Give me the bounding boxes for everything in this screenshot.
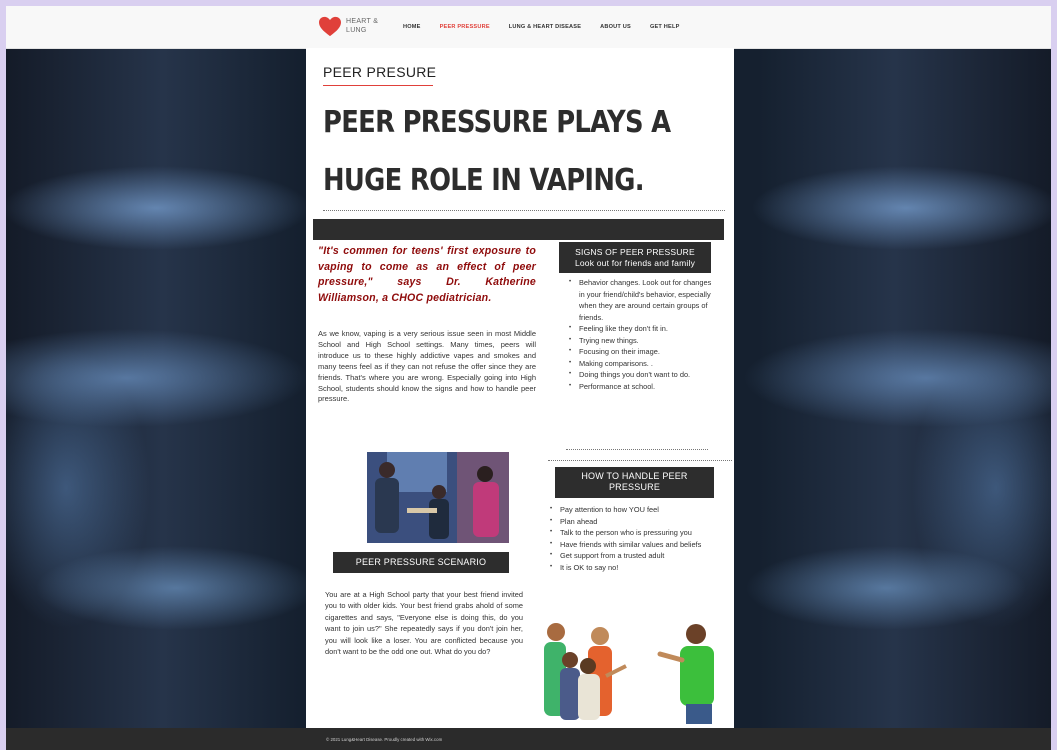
nav-item-peer-pressure[interactable]: PEER PRESSURE — [440, 24, 490, 30]
content-panel: PEER PRESURE PEER PRESSURE PLAYS A HUGE … — [306, 48, 734, 728]
list-item: Doing things you don't want to do. — [567, 369, 715, 381]
list-item: Plan ahead — [548, 516, 732, 528]
teens-photo — [536, 616, 734, 724]
list-item: It is OK to say no! — [548, 562, 732, 574]
scenario-paragraph: You are at a High School party that your… — [325, 590, 523, 657]
page-headline: PEER PRESSURE PLAYS A HUGE ROLE IN VAPIN… — [323, 105, 671, 198]
signs-title: SIGNS OF PEER PRESSURE — [575, 247, 695, 257]
section-divider — [548, 460, 732, 461]
handle-list: Pay attention to how YOU feel Plan ahead… — [548, 504, 732, 573]
intro-paragraph: As we know, vaping is a very serious iss… — [318, 329, 536, 404]
scenario-title: PEER PRESSURE SCENARIO — [333, 552, 509, 573]
browser-viewport: HEART & LUNG HOME PEER PRESSURE LUNG & H… — [6, 6, 1051, 750]
page-kicker: PEER PRESURE — [323, 64, 437, 80]
nav-item-about-us[interactable]: ABOUT US — [600, 24, 631, 30]
signs-title-box: SIGNS OF PEER PRESSURE Look out for frie… — [559, 242, 711, 273]
top-navigation: HEART & LUNG HOME PEER PRESSURE LUNG & H… — [6, 6, 1051, 49]
list-item: Making comparisons. . — [567, 358, 715, 370]
nav-item-home[interactable]: HOME — [403, 24, 421, 30]
list-item: Trying new things. — [567, 335, 715, 347]
handle-title: HOW TO HANDLE PEER PRESSURE — [555, 467, 714, 498]
headline-divider — [323, 210, 725, 211]
nav-menu: HOME PEER PRESSURE LUNG & HEART DISEASE … — [403, 6, 699, 48]
logo-line-2: LUNG — [346, 27, 367, 34]
list-item: Focusing on their image. — [567, 346, 715, 358]
list-item: Talk to the person who is pressuring you — [548, 527, 732, 539]
list-item: Get support from a trusted adult — [548, 550, 732, 562]
party-photo-illustration — [367, 452, 509, 543]
site-logo[interactable]: HEART & LUNG — [319, 14, 379, 40]
list-item: Pay attention to how YOU feel — [548, 504, 732, 516]
logo-text: HEART & LUNG — [346, 17, 378, 35]
logo-line-1: HEART & — [346, 18, 379, 25]
signs-subtitle: Look out for friends and family — [574, 257, 696, 268]
site-footer: © 2021 Lung&Heart Disease. Proudly creat… — [6, 728, 1051, 750]
signs-divider — [566, 449, 708, 450]
heart-icon — [319, 16, 341, 37]
nav-item-get-help[interactable]: GET HELP — [650, 24, 680, 30]
pull-quote: "It's commen for teens' first exposure t… — [318, 245, 536, 304]
list-item: Behavior changes. Look out for changes i… — [567, 277, 715, 323]
list-item: Feeling like they don't fit in. — [567, 323, 715, 335]
list-item: Performance at school. — [567, 381, 715, 393]
nav-item-lung-heart-disease[interactable]: LUNG & HEART DISEASE — [509, 24, 581, 30]
kicker-underline — [323, 85, 433, 86]
list-item: Have friends with similar values and bel… — [548, 539, 732, 551]
footer-copyright: © 2021 Lung&Heart Disease. Proudly creat… — [326, 737, 443, 742]
section-bar — [313, 219, 724, 240]
signs-list: Behavior changes. Look out for changes i… — [567, 277, 715, 392]
party-photo — [367, 452, 509, 543]
